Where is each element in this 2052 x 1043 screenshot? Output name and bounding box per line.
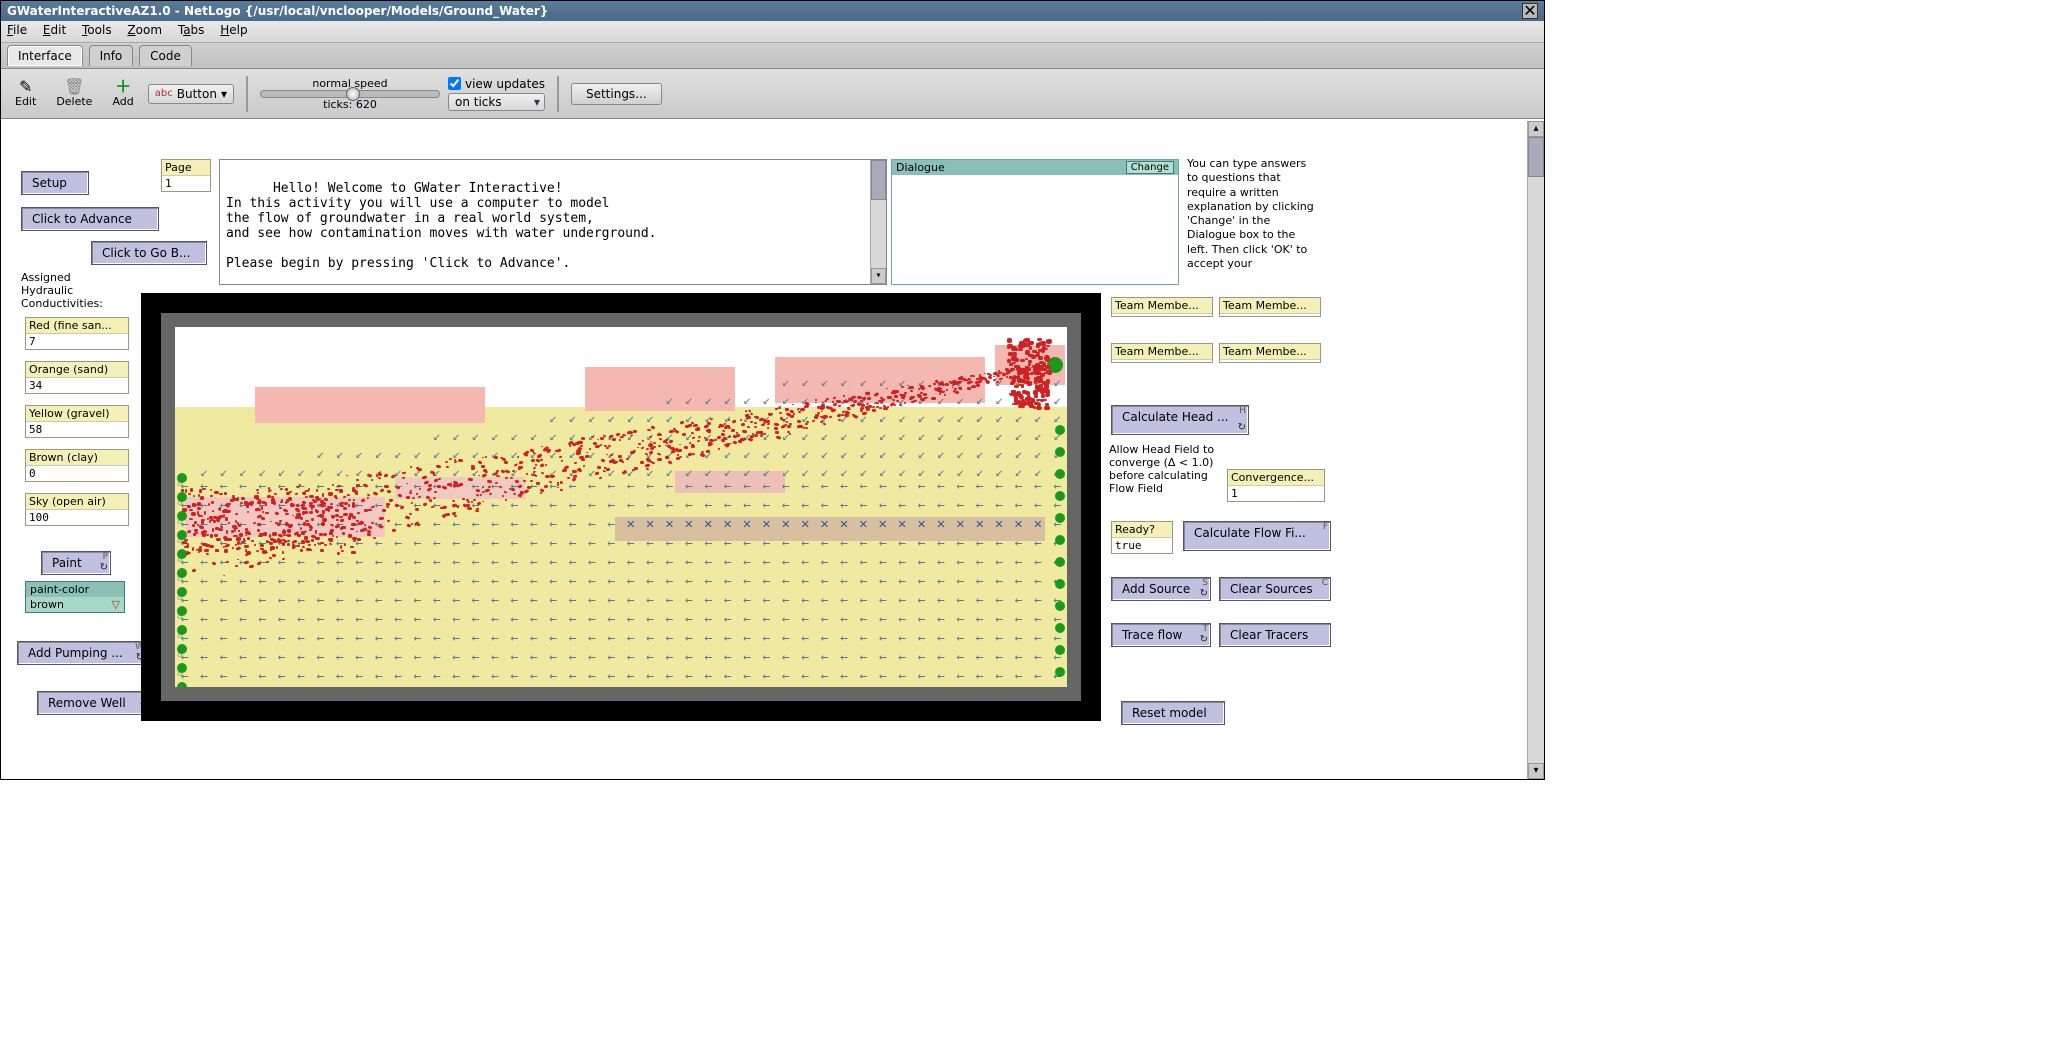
reset-model-button[interactable]: Reset model bbox=[1121, 701, 1225, 725]
menu-file[interactable]: File bbox=[7, 23, 27, 37]
monitor-orange: Orange (sand)34 bbox=[25, 361, 129, 394]
remove-well-button[interactable]: Remove WellR↻ bbox=[37, 691, 151, 715]
forever-icon: ↻ bbox=[1238, 422, 1246, 433]
tab-interface[interactable]: Interface bbox=[7, 45, 83, 66]
window-titlebar: GWaterInteractiveAZ1.0 - NetLogo {/usr/l… bbox=[1, 1, 1544, 21]
monitor-sky: Sky (open air)100 bbox=[25, 493, 129, 526]
output-box: Hello! Welcome to GWater Interactive! In… bbox=[219, 159, 887, 285]
calc-head-button[interactable]: Calculate Head ...H↻ bbox=[1111, 405, 1249, 435]
assigned-label: Assigned Hydraulic Conductivities: bbox=[21, 271, 103, 310]
pencil-icon: ✎ bbox=[19, 79, 32, 95]
monitor-brown: Brown (clay)0 bbox=[25, 449, 129, 482]
chevron-down-icon: ▾ bbox=[221, 87, 227, 101]
close-icon[interactable]: ✕ bbox=[1522, 3, 1538, 19]
clear-sources-button[interactable]: Clear SourcesC bbox=[1219, 577, 1331, 601]
instructions-note: You can type answers to questions that r… bbox=[1187, 157, 1317, 271]
tab-bar: Interface Info Code bbox=[1, 43, 1544, 69]
edit-button[interactable]: ✎Edit bbox=[9, 77, 42, 110]
interface-workspace: Setup Click to Advance Click to Go B... … bbox=[1, 121, 1544, 779]
forever-icon: ↻ bbox=[1200, 588, 1208, 599]
workspace-scrollbar[interactable]: ▴ ▾ bbox=[1527, 121, 1544, 779]
clear-tracers-button[interactable]: Clear Tracers bbox=[1219, 623, 1331, 647]
scroll-up-icon[interactable]: ▴ bbox=[1528, 121, 1544, 137]
menu-edit[interactable]: Edit bbox=[43, 23, 66, 37]
separator bbox=[246, 76, 248, 112]
monitor-team1: Team Membe... bbox=[1111, 297, 1213, 317]
menu-help[interactable]: Help bbox=[220, 23, 247, 37]
paint-button[interactable]: PaintP↻ bbox=[41, 551, 111, 575]
menu-tools[interactable]: Tools bbox=[82, 23, 112, 37]
menubar: File Edit Tools Zoom Tabs Help bbox=[1, 21, 1544, 43]
menu-zoom[interactable]: Zoom bbox=[127, 23, 162, 37]
tab-code[interactable]: Code bbox=[139, 45, 192, 66]
paint-color-chooser[interactable]: paint-color brown▽ bbox=[25, 581, 125, 613]
plus-icon: ＋ bbox=[115, 79, 131, 95]
goback-button[interactable]: Click to Go B... bbox=[91, 241, 207, 265]
monitor-yellow: Yellow (gravel)58 bbox=[25, 405, 129, 438]
abc-icon: abc bbox=[155, 88, 173, 99]
scroll-down-icon[interactable]: ▾ bbox=[871, 268, 886, 284]
forever-icon: ↻ bbox=[100, 562, 108, 573]
world-view[interactable]: ←←←←←←←←←←←←←←←←←←←←←←←←←←←←←←←←←←←←←←←←… bbox=[141, 293, 1101, 721]
window-title: GWaterInteractiveAZ1.0 - NetLogo {/usr/l… bbox=[7, 1, 548, 21]
output-scrollbar[interactable]: ▾ bbox=[870, 160, 886, 284]
interface-toolbar: ✎Edit 🗑Delete ＋Add abc Button ▾ normal s… bbox=[1, 69, 1544, 119]
add-button[interactable]: ＋Add bbox=[106, 77, 139, 110]
speed-slider-group: normal speed ticks: 620 bbox=[260, 77, 440, 111]
dialogue-input[interactable]: DialogueChange bbox=[891, 159, 1179, 285]
add-source-button[interactable]: Add SourceS↻ bbox=[1111, 577, 1211, 601]
monitor-page: Page1 bbox=[161, 159, 211, 192]
monitor-ready: Ready?true bbox=[1111, 521, 1173, 554]
trash-icon: 🗑 bbox=[64, 79, 84, 95]
view-updates-checkbox[interactable]: view updates bbox=[448, 77, 545, 91]
monitor-team2: Team Membe... bbox=[1219, 297, 1321, 317]
settings-button[interactable]: Settings... bbox=[571, 83, 662, 105]
tab-info[interactable]: Info bbox=[89, 45, 134, 66]
chevron-down-icon: ▽ bbox=[112, 598, 120, 611]
delete-button[interactable]: 🗑Delete bbox=[50, 77, 98, 110]
menu-tabs[interactable]: Tabs bbox=[178, 23, 205, 37]
change-button[interactable]: Change bbox=[1126, 161, 1174, 174]
update-mode-select[interactable]: on ticks bbox=[448, 93, 545, 111]
add-pumping-button[interactable]: Add Pumping ...W↻ bbox=[17, 641, 147, 665]
monitor-team3: Team Membe... bbox=[1111, 343, 1213, 363]
advance-button[interactable]: Click to Advance bbox=[21, 207, 159, 231]
monitor-red: Red (fine san...7 bbox=[25, 317, 129, 350]
slider-thumb[interactable] bbox=[346, 87, 360, 101]
monitor-team4: Team Membe... bbox=[1219, 343, 1321, 363]
scroll-down-icon[interactable]: ▾ bbox=[1528, 763, 1544, 779]
calc-flow-button[interactable]: Calculate Flow Fi...F bbox=[1183, 521, 1331, 551]
widget-type-selector[interactable]: abc Button ▾ bbox=[148, 84, 234, 104]
allow-head-label: Allow Head Field to converge (Δ < 1.0) b… bbox=[1109, 443, 1219, 495]
separator bbox=[557, 76, 559, 112]
setup-button[interactable]: Setup bbox=[21, 171, 89, 195]
speed-slider[interactable] bbox=[260, 90, 440, 98]
monitor-convergence: Convergence...1 bbox=[1227, 469, 1325, 502]
forever-icon: ↻ bbox=[1200, 634, 1208, 645]
trace-flow-button[interactable]: Trace flowT↻ bbox=[1111, 623, 1211, 647]
